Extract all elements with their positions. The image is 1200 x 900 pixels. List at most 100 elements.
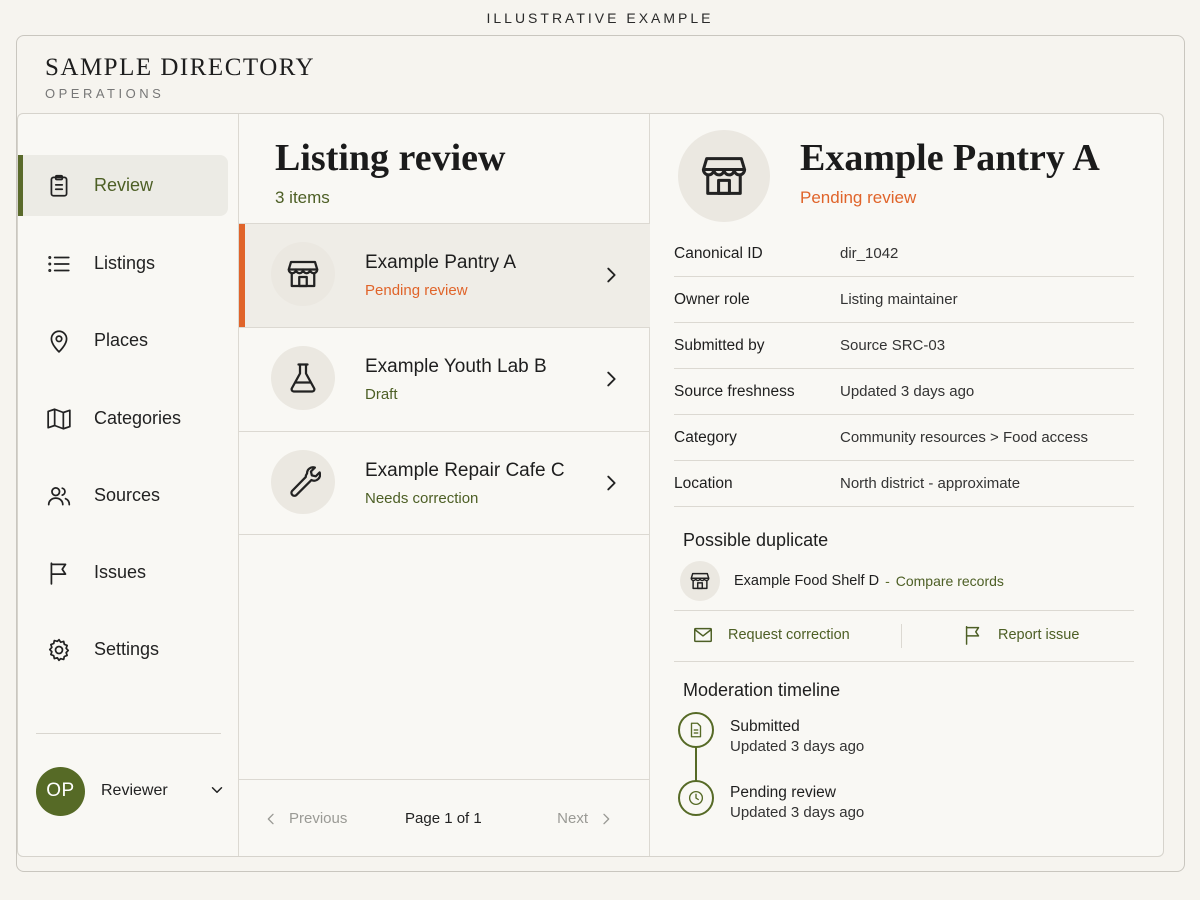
field-row: Location North district - approximate (674, 461, 1134, 507)
detail-title: Example Pantry A (800, 137, 1100, 179)
list-item-status: Pending review (365, 282, 468, 299)
detail-actions: Request correction Report issue (674, 610, 1134, 662)
flag-icon (50, 561, 67, 585)
page-indicator: Page 1 of 1 (405, 810, 482, 827)
list-item-icon (271, 242, 335, 306)
list-item-icon (271, 450, 335, 514)
timeline-connector (695, 746, 697, 782)
illustrative-caption: ILLUSTRATIVE EXAMPLE (486, 10, 714, 26)
next-label: Next (557, 810, 588, 827)
user-menu[interactable]: OP Reviewer (36, 765, 226, 817)
request-correction-label: Request correction (728, 627, 850, 643)
field-label: Owner role (674, 290, 750, 308)
field-row: Source freshness Updated 3 days ago (674, 369, 1134, 415)
avatar: OP (36, 766, 85, 816)
list-icon (48, 255, 70, 272)
action-divider (901, 624, 902, 648)
flag-icon (965, 626, 980, 645)
brand: SAMPLE DIRECTORY OPERATIONS (45, 54, 315, 101)
map-icon (47, 407, 71, 430)
storefront-icon (287, 260, 319, 288)
compare-records-link[interactable]: Compare records (896, 573, 1004, 589)
next-button[interactable]: Next (557, 810, 614, 827)
sidebar-item-label: Review (94, 175, 154, 195)
field-label: Canonical ID (674, 244, 763, 262)
sidebar-item-label: Categories (94, 408, 182, 428)
sidebar-item-issues[interactable]: Issues (18, 542, 228, 603)
field-label: Category (674, 428, 737, 446)
document-icon (690, 722, 702, 738)
sidebar-item-review[interactable]: Review (18, 155, 228, 216)
field-value: Listing maintainer (840, 291, 958, 308)
chevron-down-icon[interactable] (208, 781, 226, 799)
app-window: SAMPLE DIRECTORY OPERATIONS Review Listi… (16, 35, 1185, 872)
chevron-right-icon (607, 371, 616, 387)
previous-button[interactable]: Previous (263, 810, 347, 827)
field-row: Category Community resources > Food acce… (674, 415, 1134, 461)
chevron-right-icon (607, 475, 616, 491)
list-item-status: Needs correction (365, 490, 479, 507)
user-name: Reviewer (101, 782, 168, 799)
wrench-icon (290, 466, 321, 497)
users-icon (47, 486, 71, 506)
detail-fields: Canonical ID dir_1042 Owner role Listing… (674, 231, 1134, 507)
field-row: Owner role Listing maintainer (674, 277, 1134, 323)
sidebar-item-settings[interactable]: Settings (18, 619, 228, 680)
sidebar-item-label: Sources (94, 485, 161, 505)
field-row: Submitted by Source SRC-03 (674, 323, 1134, 369)
duplicate-separator: - (885, 573, 890, 589)
field-value: Community resources > Food access (840, 429, 1089, 446)
chevron-left-icon (267, 813, 274, 824)
field-value: North district - approximate (840, 475, 1021, 492)
list-item-icon (271, 346, 335, 410)
timeline-node (678, 712, 714, 748)
map-pin-icon (50, 329, 68, 353)
field-row: Canonical ID dir_1042 (674, 231, 1134, 277)
listing-review-list: Listing review 3 items Example Pantry A … (239, 114, 650, 856)
pagination: Previous Page 1 of 1 Next (239, 779, 650, 856)
sidebar-item-categories[interactable]: Categories (18, 388, 228, 449)
timeline-event-time: Updated 3 days ago (730, 738, 865, 755)
mail-icon (694, 627, 712, 643)
chevron-right-icon (607, 267, 616, 283)
field-value: Source SRC-03 (840, 337, 946, 354)
flask-icon (290, 363, 316, 393)
field-value: dir_1042 (840, 245, 899, 262)
list-item-title: Example Youth Lab B (365, 356, 547, 377)
list-item-status: Draft (365, 386, 398, 403)
list-item[interactable]: Example Pantry A Pending review (239, 223, 650, 327)
chevron-right-icon (603, 813, 610, 824)
report-issue-label: Report issue (998, 627, 1080, 643)
timeline-event-time: Updated 3 days ago (730, 804, 865, 821)
sidebar-item-listings[interactable]: Listings (18, 233, 228, 294)
field-label: Source freshness (674, 382, 795, 400)
storefront-icon (690, 572, 710, 590)
field-value: Updated 3 days ago (840, 383, 975, 400)
list-item[interactable]: Example Youth Lab B Draft (239, 327, 650, 431)
status-badge: Pending review (800, 188, 917, 207)
sidebar-item-label: Listings (94, 253, 156, 273)
sidebar-item-label: Places (94, 330, 149, 350)
gear-icon (48, 638, 70, 661)
storefront-icon (701, 157, 747, 195)
item-count: 3 items (275, 188, 330, 207)
timeline-node (678, 780, 714, 816)
sidebar: Review Listings Places Categories Source… (18, 114, 239, 856)
main-panel: Review Listings Places Categories Source… (17, 113, 1164, 857)
report-issue-button[interactable]: Report issue (962, 624, 1079, 646)
timeline-heading: Moderation timeline (683, 680, 841, 700)
clock-icon (688, 790, 704, 806)
duplicate-row: Example Food Shelf D - Compare records (680, 560, 1130, 602)
sidebar-item-places[interactable]: Places (18, 310, 228, 371)
detail-avatar (678, 130, 770, 222)
listing-detail: Example Pantry A Pending review Canonica… (650, 114, 1163, 856)
request-correction-button[interactable]: Request correction (692, 624, 850, 646)
sidebar-item-sources[interactable]: Sources (18, 465, 228, 526)
timeline-event-title: Pending review (730, 784, 836, 801)
sidebar-item-label: Settings (94, 639, 160, 659)
list-item[interactable]: Example Repair Cafe C Needs correction (239, 431, 650, 535)
duplicate-name: Example Food Shelf D (734, 573, 880, 589)
sidebar-divider (36, 733, 221, 734)
brand-subtitle: OPERATIONS (45, 86, 165, 101)
duplicate-heading: Possible duplicate (683, 530, 829, 550)
